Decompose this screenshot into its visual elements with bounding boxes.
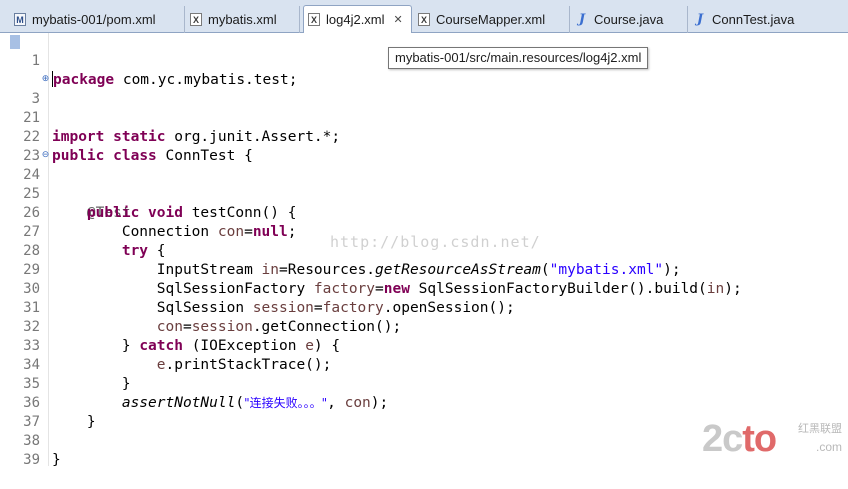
code-line[interactable]: 39 <box>0 432 848 468</box>
code-line[interactable]: 22 public class ConnTest { <box>0 109 848 164</box>
code-line[interactable]: 24 ⊖ @Test <box>0 147 848 222</box>
code-line[interactable]: 34 } <box>0 337 848 392</box>
code-line[interactable]: 35 assertNotNull("连接失败。。。", con); <box>0 356 848 411</box>
tab-coursemapper-xml[interactable]: X CourseMapper.xml <box>414 6 570 33</box>
code-line[interactable]: 25 public void testConn() { <box>0 166 848 221</box>
maven-pom-icon: M <box>14 13 26 26</box>
tab-mybatis-xml[interactable]: X mybatis.xml <box>186 6 300 33</box>
code-line[interactable]: 29 SqlSessionFactory factory=new SqlSess… <box>0 242 848 297</box>
code-line[interactable]: 33 e.printStackTrace(); <box>0 318 848 373</box>
xml-file-icon: X <box>418 13 430 26</box>
tab-pom-xml[interactable]: M mybatis-001/pom.xml <box>10 6 185 33</box>
code-line[interactable]: 32 } catch (IOException e) { <box>0 299 848 354</box>
code-line[interactable]: 31 con=session.getConnection(); <box>0 280 848 335</box>
code-line[interactable]: 38 } <box>0 413 848 468</box>
tab-label: mybatis-001/pom.xml <box>32 12 156 27</box>
code-line[interactable]: 37 <box>0 394 848 430</box>
tab-label: ConnTest.java <box>712 12 795 27</box>
tab-conntest-java[interactable]: J ConnTest.java <box>690 6 816 33</box>
fold-expand-icon[interactable]: ⊕ <box>41 75 50 84</box>
xml-file-icon: X <box>190 13 202 26</box>
java-file-icon: J <box>696 12 704 27</box>
tab-label: Course.java <box>594 12 664 27</box>
tab-label: log4j2.xml <box>326 12 385 27</box>
code-line[interactable]: 28 InputStream in=Resources.getResourceA… <box>0 223 848 278</box>
line-number: 1 <box>31 53 40 69</box>
code-line[interactable]: 26 Connection con=null; <box>0 185 848 240</box>
tab-label: mybatis.xml <box>208 12 277 27</box>
code-line[interactable]: 36 } <box>0 375 848 430</box>
code-line[interactable]: 30 SqlSession session=factory.openSessio… <box>0 261 848 316</box>
editor-tab-bar: M mybatis-001/pom.xml X mybatis.xml X lo… <box>0 0 848 34</box>
code-line[interactable]: 27 try { <box>0 204 848 259</box>
tab-course-java[interactable]: J Course.java <box>572 6 688 33</box>
code-editor[interactable]: 1 package com.yc.mybatis.test; 3 ⊕ impor… <box>0 33 848 468</box>
line-number: 39 <box>23 452 40 468</box>
tab-label: CourseMapper.xml <box>436 12 546 27</box>
tab-log4j2-xml[interactable]: X log4j2.xml ✕ <box>303 5 412 34</box>
close-icon[interactable]: ✕ <box>394 13 403 26</box>
java-file-icon: J <box>578 12 586 27</box>
fold-collapse-icon[interactable]: ⊖ <box>41 151 50 160</box>
code-line[interactable]: 3 ⊕ import static org.junit.Assert.*; <box>0 71 848 146</box>
code-line[interactable]: 21 <box>0 90 848 126</box>
code-line[interactable]: 23 <box>0 128 848 164</box>
tab-path-tooltip: mybatis-001/src/main.resources/log4j2.xm… <box>388 47 649 69</box>
xml-file-icon: X <box>308 13 320 26</box>
